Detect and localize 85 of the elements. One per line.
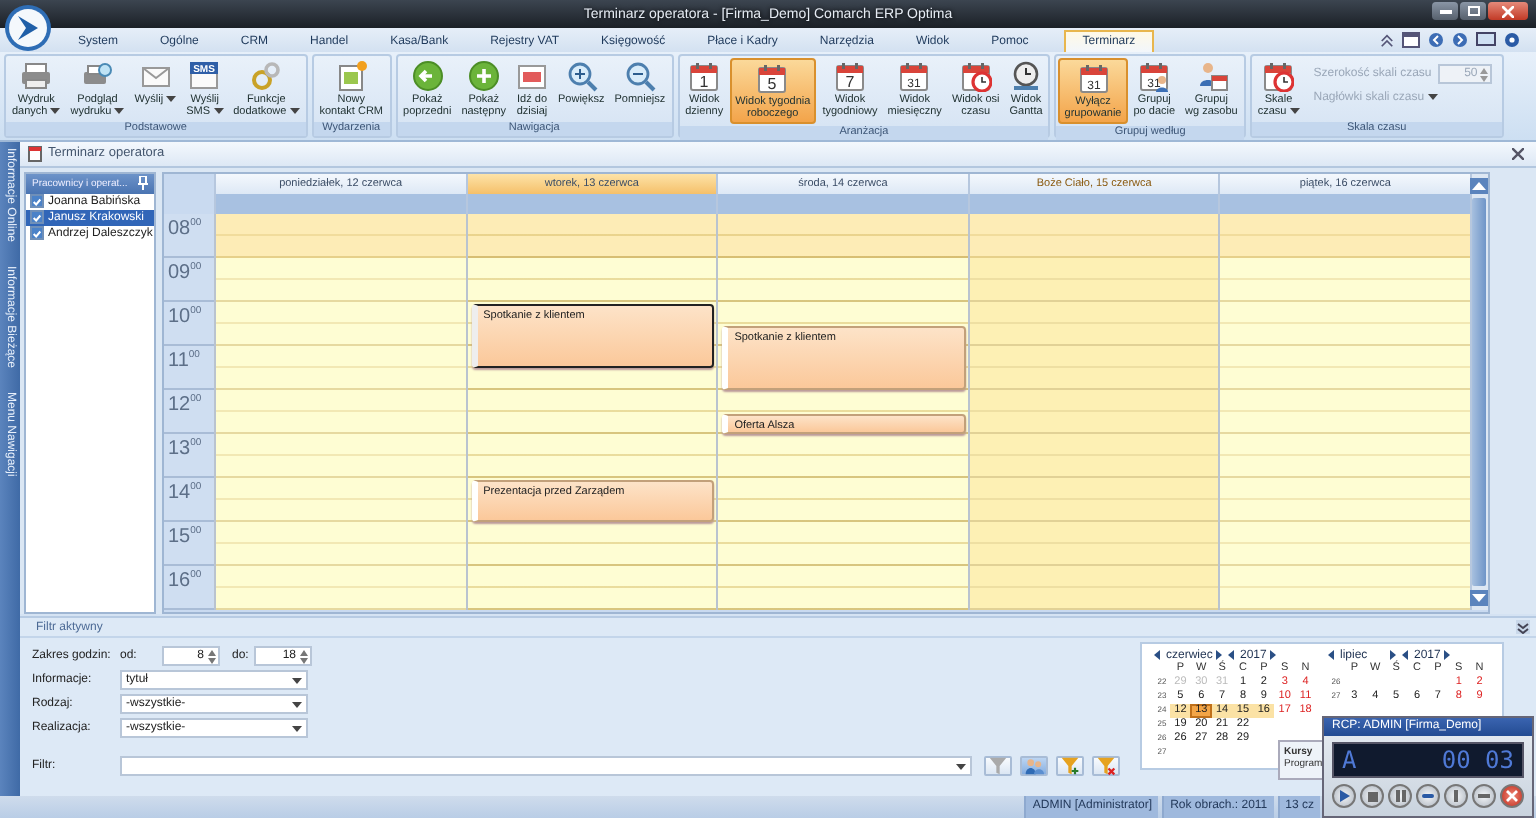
hour-label: 11$^{00}$: [168, 350, 200, 373]
caret-icon: [292, 725, 302, 732]
plus-circle-icon: [467, 60, 500, 92]
previous-icon[interactable]: [1328, 650, 1334, 661]
minus-icon: [1422, 794, 1434, 798]
zoom-in-icon: [565, 60, 598, 92]
caret-icon: [292, 677, 302, 684]
spin-arrows-icon: [208, 649, 216, 664]
maximize-button[interactable]: [1460, 2, 1486, 20]
spin-arrows-icon: [1479, 67, 1488, 81]
minimize-button[interactable]: [1432, 2, 1458, 20]
minimize-button[interactable]: [1472, 784, 1496, 808]
forward-icon[interactable]: [1452, 32, 1468, 48]
calendar-icon: 1: [688, 60, 721, 92]
pin-icon[interactable]: [138, 176, 148, 191]
filter-tool-button[interactable]: [1056, 756, 1084, 777]
hour-label: 15$^{00}$: [168, 526, 202, 549]
collapse-icon[interactable]: [1516, 620, 1530, 635]
hour-label: 10$^{00}$: [168, 306, 202, 329]
hour-label: 16$^{00}$: [168, 570, 202, 593]
funnel-cross-icon: [1096, 756, 1116, 777]
scroll-down-icon[interactable]: [1470, 589, 1489, 606]
hour-label: 14$^{00}$: [168, 482, 202, 505]
checkbox[interactable]: [30, 226, 44, 241]
checkbox[interactable]: [30, 194, 44, 209]
close-button[interactable]: [1488, 2, 1528, 20]
hour-label: 13$^{00}$: [168, 438, 202, 461]
funnel-plus-icon: [1060, 756, 1080, 777]
funnel-icon: [988, 756, 1008, 777]
close-icon[interactable]: [1512, 147, 1524, 160]
caret-icon: [956, 763, 966, 770]
next-icon[interactable]: [1270, 650, 1276, 661]
calendar-clock-icon: [1262, 60, 1295, 92]
zoom-out-icon: [623, 60, 656, 92]
filter-tool-button[interactable]: [1020, 756, 1048, 777]
all-day-cell[interactable]: [716, 193, 968, 214]
caret-icon: [1427, 93, 1438, 100]
scroll-up-icon[interactable]: [1470, 177, 1489, 194]
pause-icon: [1395, 790, 1405, 802]
hour-label: 12$^{00}$: [168, 394, 202, 417]
people-icon: [1024, 756, 1044, 777]
play-button[interactable]: [1332, 784, 1356, 808]
stop-icon: [1367, 791, 1377, 801]
monitor-icon[interactable]: [1476, 32, 1496, 48]
close-button[interactable]: [1500, 784, 1524, 808]
minimize-icon: [1478, 794, 1490, 798]
all-day-cell[interactable]: [214, 193, 466, 214]
bar-button[interactable]: [1444, 784, 1468, 808]
caret-icon: [292, 701, 302, 708]
printer-icon: [20, 60, 53, 92]
filter-tool-button[interactable]: [1092, 756, 1120, 777]
collapse-icon[interactable]: [1380, 33, 1394, 47]
hour-label: 09$^{00}$: [168, 262, 202, 285]
previous-icon[interactable]: [1228, 650, 1234, 661]
next-icon[interactable]: [1444, 650, 1450, 661]
all-day-cell[interactable]: [1218, 193, 1470, 214]
minus-button[interactable]: [1416, 784, 1440, 808]
next-icon[interactable]: [1216, 650, 1222, 661]
close-icon: [1502, 5, 1514, 17]
filter-tool-button[interactable]: [984, 756, 1012, 777]
clock-icon: [1010, 60, 1043, 92]
calendar-page-icon: [516, 60, 549, 92]
person-calendar-icon: [1195, 60, 1228, 92]
calendar-icon: [28, 145, 42, 162]
gears-icon: [250, 60, 283, 92]
spin-arrows-icon: [300, 649, 308, 664]
window-icon[interactable]: [1402, 32, 1420, 48]
back-icon[interactable]: [1428, 32, 1444, 48]
maximize-icon: [1467, 6, 1479, 16]
previous-icon[interactable]: [1154, 650, 1160, 661]
scroll-thumb[interactable]: [1472, 197, 1487, 586]
calendar-clock-icon: [959, 60, 992, 92]
minimize-icon: [1439, 9, 1451, 13]
previous-icon[interactable]: [1402, 650, 1408, 661]
hour-label: 08$^{00}$: [168, 218, 202, 241]
play-icon: [1339, 790, 1349, 802]
checkbox[interactable]: [30, 210, 44, 225]
stop-button[interactable]: [1360, 784, 1384, 808]
close-icon: [1506, 790, 1518, 802]
pause-button[interactable]: [1388, 784, 1412, 808]
calendar-icon: 7: [833, 60, 866, 92]
timer-display: A 00 03: [1332, 742, 1524, 778]
filter-field[interactable]: [120, 756, 972, 777]
calendar-icon: 5: [756, 62, 789, 94]
next-icon[interactable]: [1390, 650, 1396, 661]
